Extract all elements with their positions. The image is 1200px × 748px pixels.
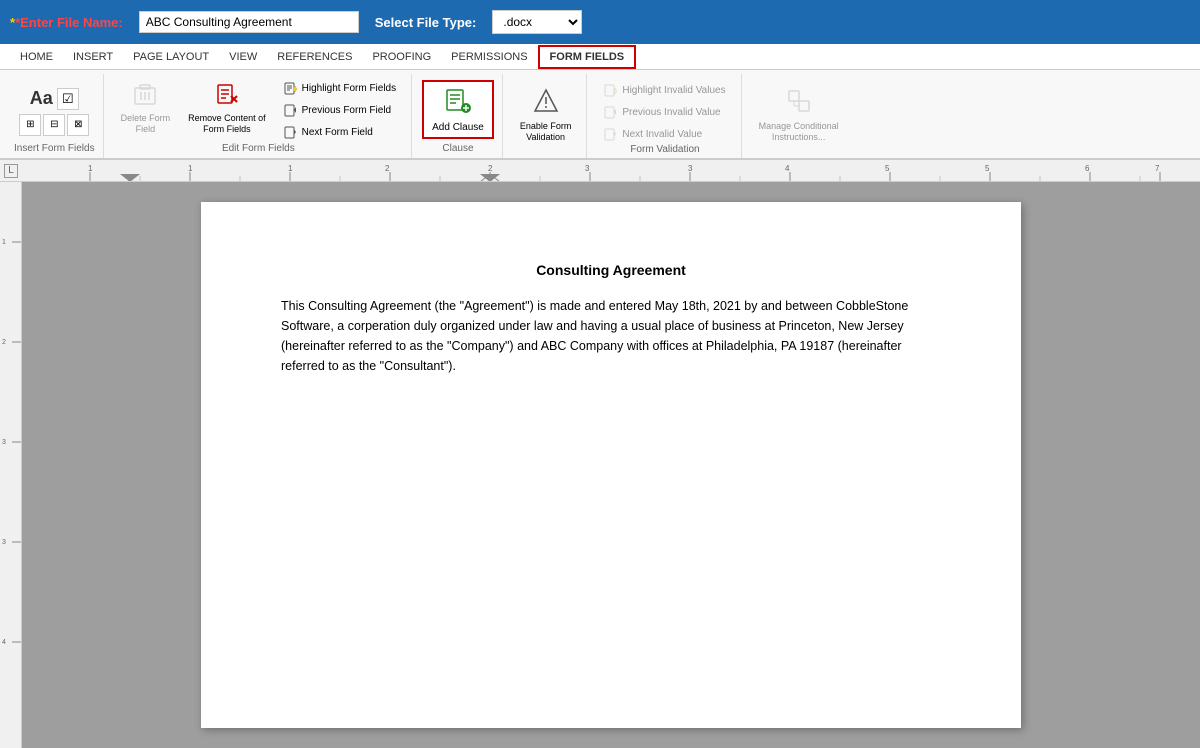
- next-invalid-value-button[interactable]: Next Invalid Value: [597, 124, 709, 144]
- grid1-icon[interactable]: ⊞: [19, 114, 41, 136]
- manage-conditional-button[interactable]: Manage ConditionalInstructions...: [752, 82, 846, 148]
- left-ruler: 1 2 3 3 4: [0, 182, 22, 748]
- svg-text:3: 3: [2, 439, 6, 446]
- enable-validation-icon: [532, 87, 560, 119]
- svg-text:3: 3: [585, 164, 590, 173]
- next-icon: [284, 125, 298, 139]
- menu-home[interactable]: HOME: [10, 47, 63, 67]
- file-type-select[interactable]: .docx .pdf .doc .txt: [492, 10, 582, 34]
- document-body[interactable]: This Consulting Agreement (the "Agreemen…: [281, 296, 941, 376]
- previous-form-field-button[interactable]: Previous Form Field: [277, 100, 403, 120]
- remove-content-button[interactable]: Remove Content ofForm Fields: [181, 76, 273, 140]
- file-type-label: Select File Type:: [375, 15, 477, 30]
- svg-text:6: 6: [1085, 164, 1090, 173]
- checkbox-icon[interactable]: ☑: [57, 88, 79, 110]
- file-name-input[interactable]: [139, 11, 359, 33]
- svg-text:2: 2: [385, 164, 390, 173]
- ribbon: Aa ☑ ⊞ ⊟ ⊠ Insert Form Fields: [0, 70, 1200, 160]
- previous-invalid-value-label: Previous Invalid Value: [622, 107, 720, 118]
- edit-group-label: Edit Form Fields: [222, 143, 295, 156]
- highlight-invalid-icon: [604, 83, 618, 97]
- svg-text:7: 7: [1155, 164, 1160, 173]
- next-form-field-label: Next Form Field: [302, 127, 373, 138]
- svg-text:2: 2: [488, 164, 493, 173]
- delete-form-field-button[interactable]: Delete FormField: [114, 76, 178, 140]
- manage-conditional-label: Manage ConditionalInstructions...: [759, 121, 839, 143]
- menu-references[interactable]: REFERENCES: [267, 47, 362, 67]
- add-clause-label: Add Clause: [432, 122, 484, 133]
- svg-text:5: 5: [985, 164, 990, 173]
- svg-text:5: 5: [885, 164, 890, 173]
- document-title: Consulting Agreement: [281, 262, 941, 278]
- next-invalid-value-label: Next Invalid Value: [622, 129, 702, 140]
- prev-invalid-icon: [604, 105, 618, 119]
- svg-text:3: 3: [688, 164, 693, 173]
- previous-invalid-value-button[interactable]: Previous Invalid Value: [597, 102, 727, 122]
- highlight-invalid-values-button[interactable]: Highlight Invalid Values: [597, 80, 732, 100]
- svg-text:1: 1: [88, 164, 93, 173]
- top-bar: **Enter File Name: Select File Type: .do…: [0, 0, 1200, 44]
- svg-text:1: 1: [288, 164, 293, 173]
- delete-form-field-label: Delete FormField: [121, 113, 171, 135]
- svg-text:1: 1: [188, 164, 193, 173]
- menu-proofing[interactable]: PROOFING: [362, 47, 441, 67]
- highlight-form-fields-button[interactable]: Highlight Form Fields: [277, 78, 403, 98]
- delete-icon: [132, 81, 158, 111]
- remove-content-label: Remove Content ofForm Fields: [188, 113, 266, 135]
- grid3-icon[interactable]: ⊠: [67, 114, 89, 136]
- next-invalid-icon: [604, 127, 618, 141]
- menu-insert[interactable]: INSERT: [63, 47, 123, 67]
- enable-form-validation-button[interactable]: Enable FormValidation: [513, 82, 579, 148]
- ribbon-group-clause: Add Clause Clause: [414, 74, 503, 158]
- ribbon-group-insert: Aa ☑ ⊞ ⊟ ⊠ Insert Form Fields: [6, 74, 104, 158]
- ribbon-group-manage: Manage ConditionalInstructions...: [744, 74, 854, 158]
- highlight-form-fields-label: Highlight Form Fields: [302, 83, 396, 94]
- insert-group-label: Insert Form Fields: [14, 143, 95, 156]
- ribbon-group-edit: Delete FormField: [106, 74, 413, 158]
- add-clause-button[interactable]: Add Clause: [422, 80, 494, 139]
- svg-text:4: 4: [2, 639, 6, 646]
- main-area: 1 2 3 3 4 Consulting Agreement This Cons…: [0, 182, 1200, 748]
- menu-page-layout[interactable]: PAGE LAYOUT: [123, 47, 219, 67]
- svg-text:1: 1: [2, 239, 6, 246]
- add-clause-icon: [444, 86, 472, 120]
- highlight-invalid-values-label: Highlight Invalid Values: [622, 85, 725, 96]
- menu-permissions[interactable]: PERMISSIONS: [441, 47, 537, 67]
- file-name-label: **Enter File Name:: [10, 15, 123, 30]
- highlight-icon: [284, 81, 298, 95]
- ribbon-group-form-validation: Highlight Invalid Values Previous Invali…: [589, 74, 741, 158]
- document-area: Consulting Agreement This Consulting Agr…: [22, 182, 1200, 748]
- clause-group-label: Clause: [442, 143, 473, 156]
- menu-view[interactable]: VIEW: [219, 47, 267, 67]
- enable-form-validation-label: Enable FormValidation: [520, 121, 572, 143]
- ruler-corner: L: [4, 164, 18, 178]
- grid2-icon[interactable]: ⊟: [43, 114, 65, 136]
- ruler: L 1 1 1 2 2 3 3 4 5 5: [0, 160, 1200, 182]
- manage-conditional-icon: [785, 87, 813, 119]
- menu-bar: HOME INSERT PAGE LAYOUT VIEW REFERENCES …: [0, 44, 1200, 70]
- document-page: Consulting Agreement This Consulting Agr…: [201, 202, 1021, 728]
- aa-icon: Aa: [30, 88, 53, 109]
- ribbon-group-enable-validation: Enable FormValidation: [505, 74, 588, 158]
- svg-text:4: 4: [785, 164, 790, 173]
- svg-text:3: 3: [2, 539, 6, 546]
- previous-icon: [284, 103, 298, 117]
- previous-form-field-label: Previous Form Field: [302, 105, 391, 116]
- svg-text:2: 2: [2, 339, 6, 346]
- remove-content-icon: [214, 81, 240, 111]
- ruler-svg: 1 1 1 2 2 3 3 4 5 5 6 7: [20, 160, 1200, 182]
- form-validation-group-label: Form Validation: [630, 144, 699, 157]
- next-form-field-button[interactable]: Next Form Field: [277, 122, 403, 142]
- left-ruler-svg: 1 2 3 3 4: [0, 182, 22, 748]
- menu-form-fields[interactable]: FORM FIELDS: [538, 45, 637, 69]
